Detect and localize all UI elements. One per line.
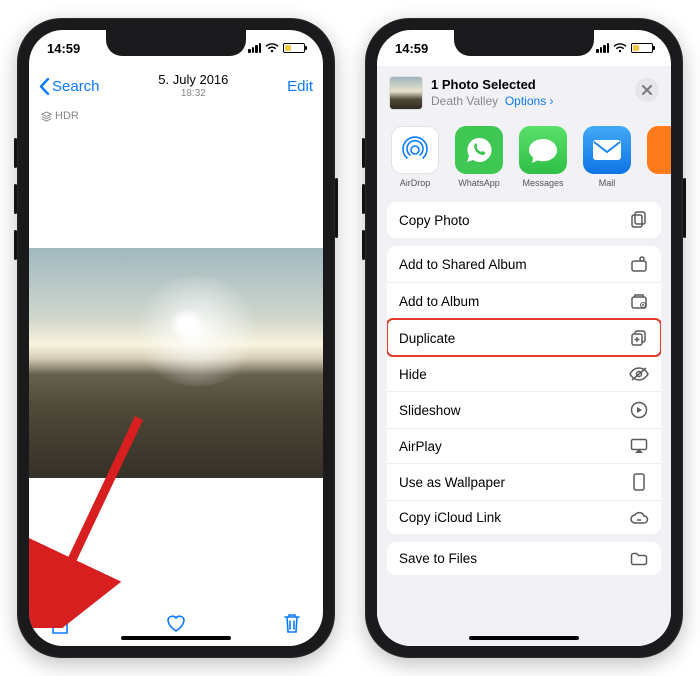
photo-thumbnail[interactable] xyxy=(389,76,423,110)
cloud-link-icon xyxy=(629,511,649,525)
action-wallpaper[interactable]: Use as Wallpaper xyxy=(387,463,661,500)
action-slideshow[interactable]: Slideshow xyxy=(387,391,661,428)
messages-icon xyxy=(527,135,559,165)
battery-icon xyxy=(631,43,653,53)
wifi-icon xyxy=(265,43,279,53)
edit-button[interactable]: Edit xyxy=(287,78,313,95)
photo-preview[interactable] xyxy=(29,248,323,478)
clock: 14:59 xyxy=(47,41,80,56)
shared-album-icon xyxy=(629,255,649,273)
back-button[interactable]: Search xyxy=(39,78,100,95)
app-airdrop[interactable]: AirDrop xyxy=(391,126,439,188)
cell-signal-icon xyxy=(596,43,609,53)
action-save-files[interactable]: Save to Files xyxy=(387,542,661,575)
phone-icon xyxy=(629,473,649,491)
layers-icon xyxy=(41,111,52,122)
cell-signal-icon xyxy=(248,43,261,53)
app-whatsapp[interactable]: WhatsApp xyxy=(455,126,503,188)
home-indicator[interactable] xyxy=(121,636,231,640)
page-title: 5. July 2016 18:32 xyxy=(158,73,228,99)
phone-left: 14:59 Search 5. July 2016 18:32 Edit HDR xyxy=(17,18,335,658)
heart-icon xyxy=(165,613,187,633)
app-mail[interactable]: Mail xyxy=(583,126,631,188)
clock: 14:59 xyxy=(395,41,428,56)
options-button[interactable]: Options › xyxy=(502,94,554,108)
album-icon xyxy=(629,292,649,310)
share-sheet-header: 1 Photo Selected Death Valley Options › xyxy=(377,66,671,116)
action-duplicate[interactable]: Duplicate xyxy=(387,319,661,356)
action-icloud-link[interactable]: Copy iCloud Link xyxy=(387,500,661,534)
action-add-shared-album[interactable]: Add to Shared Album xyxy=(387,246,661,282)
airplay-icon xyxy=(629,438,649,454)
app-messages[interactable]: Messages xyxy=(519,126,567,188)
favorite-button[interactable] xyxy=(165,613,187,633)
action-airplay[interactable]: AirPlay xyxy=(387,428,661,463)
whatsapp-icon xyxy=(464,135,494,165)
share-icon xyxy=(51,612,69,634)
phone-right: 14:59 1 Photo Selected Death Valley Opti… xyxy=(365,18,683,658)
trash-icon xyxy=(283,612,301,634)
action-hide[interactable]: Hide xyxy=(387,356,661,391)
hide-icon xyxy=(629,366,649,382)
mail-icon xyxy=(591,138,623,162)
home-indicator[interactable] xyxy=(469,636,579,640)
delete-button[interactable] xyxy=(283,612,301,634)
folder-icon xyxy=(629,552,649,566)
play-circle-icon xyxy=(629,401,649,419)
wifi-icon xyxy=(613,43,627,53)
location-label: Death Valley xyxy=(431,94,498,108)
duplicate-icon xyxy=(629,329,649,347)
chevron-left-icon xyxy=(39,78,50,95)
app-more[interactable] xyxy=(647,126,671,188)
back-label: Search xyxy=(52,78,100,95)
share-apps-row[interactable]: AirDrop WhatsApp Messages Mail xyxy=(377,116,671,196)
battery-icon xyxy=(283,43,305,53)
nav-bar: Search 5. July 2016 18:32 Edit xyxy=(29,66,323,106)
action-copy-photo[interactable]: Copy Photo xyxy=(387,202,661,238)
close-button[interactable] xyxy=(635,78,659,102)
selection-title: 1 Photo Selected xyxy=(431,77,536,92)
action-add-album[interactable]: Add to Album xyxy=(387,282,661,319)
airdrop-icon xyxy=(398,133,432,167)
copy-icon xyxy=(629,211,649,229)
hdr-badge: HDR xyxy=(29,106,323,126)
close-icon xyxy=(642,85,652,95)
share-button[interactable] xyxy=(51,612,69,634)
